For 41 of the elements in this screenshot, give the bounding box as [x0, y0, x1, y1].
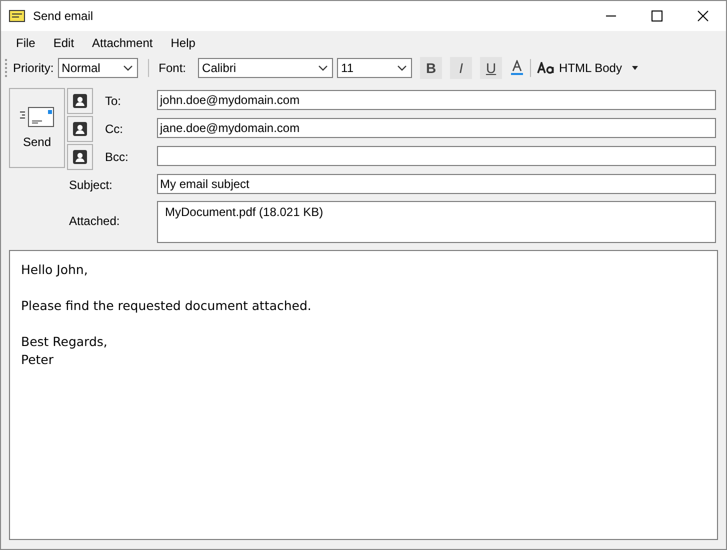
font-dropdown[interactable]: Calibri	[198, 58, 334, 78]
window-title: Send email	[33, 9, 94, 23]
contacts-button[interactable]	[67, 116, 93, 142]
menu-item[interactable]: Attachment	[83, 36, 162, 50]
menu-item[interactable]: File	[7, 36, 44, 50]
field-label: To:	[104, 93, 122, 110]
file-name[interactable]: MyDocument.pdf (18.021 KB)	[165, 205, 324, 219]
subject-field[interactable]: My email subject	[157, 174, 716, 194]
format-button[interactable]: U	[480, 57, 502, 79]
body-text-line: Hello John,	[21, 261, 89, 279]
recipient-field[interactable]	[157, 146, 716, 166]
field-label: Bcc:	[104, 149, 130, 166]
envelope-icon	[20, 107, 54, 127]
font-size-dropdown[interactable]: 11	[337, 58, 412, 78]
recipient-field[interactable]: john.doe@mydomain.com	[157, 90, 716, 110]
menu-item[interactable]: Help	[162, 36, 204, 50]
format-button[interactable]: I	[450, 57, 472, 79]
send-button[interactable]: Send	[9, 88, 65, 168]
caret-icon[interactable]	[632, 66, 638, 70]
contacts-button[interactable]	[67, 88, 93, 114]
envelope-icon	[9, 10, 25, 22]
font-color-icon[interactable]	[510, 60, 524, 76]
field-label: Attached:	[68, 214, 121, 228]
contact-card-icon	[73, 94, 87, 108]
format-button[interactable]: B	[420, 57, 442, 79]
priority-label: Priority:	[13, 61, 54, 75]
message-body-field[interactable]: Hello John, Please find the requested document attached. Best Regards, Peter	[9, 250, 718, 540]
contacts-button[interactable]	[67, 144, 93, 170]
menu-item[interactable]: Edit	[44, 36, 84, 50]
priority-dropdown[interactable]: Normal	[58, 58, 138, 78]
field-label: Cc:	[104, 121, 124, 138]
recipient-field[interactable]: jane.doe@mydomain.com	[157, 118, 716, 138]
field-label: Subject:	[68, 177, 114, 194]
contact-card-icon	[73, 150, 87, 164]
body-text-line: Peter	[21, 351, 55, 369]
body-format-dropdown[interactable]: HTML Body	[559, 61, 622, 75]
body-text-line: Best Regards,	[21, 333, 108, 351]
body-text-line: Please find the requested document attached.	[21, 297, 312, 315]
font-label: Font:	[158, 61, 186, 75]
contact-card-icon	[73, 122, 87, 136]
font-style-icon[interactable]	[537, 62, 556, 74]
